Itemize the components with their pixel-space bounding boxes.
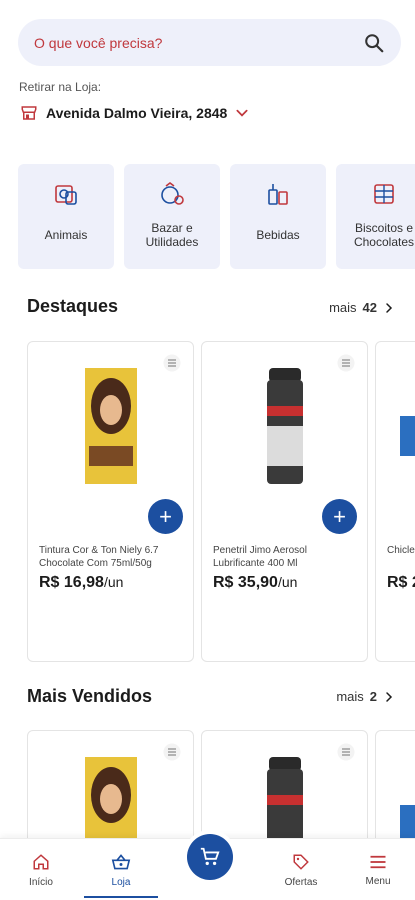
search-bar[interactable]: O que você precisa? bbox=[18, 19, 401, 66]
search-input[interactable]: O que você precisa? bbox=[34, 35, 363, 51]
more-label: mais bbox=[329, 300, 357, 315]
nav-ofertas[interactable]: Ofertas bbox=[276, 839, 326, 900]
product-card[interactable]: Chicle Cool W R$ 2 bbox=[375, 341, 415, 662]
chevron-down-icon[interactable] bbox=[235, 106, 249, 120]
product-card[interactable] bbox=[375, 730, 415, 838]
category-animais[interactable]: Animais bbox=[18, 164, 114, 269]
category-biscoitos[interactable]: Biscoitos e Chocolates bbox=[336, 164, 415, 269]
add-to-cart-button[interactable]: + bbox=[322, 499, 357, 534]
section-title-destaques: Destaques bbox=[27, 296, 119, 316]
more-count: 42 bbox=[362, 300, 377, 315]
cart-button[interactable] bbox=[187, 834, 233, 880]
category-carousel[interactable]: Animais Bazar e Utilidades Bebidas Bisco… bbox=[18, 164, 415, 270]
section-title-mais-vendidos: Mais Vendidos bbox=[27, 686, 153, 706]
destaques-more-link[interactable]: mais 42 bbox=[329, 300, 395, 315]
cookies-icon bbox=[374, 184, 394, 204]
product-image-hair-dye bbox=[84, 368, 137, 484]
product-price: R$ 35,90/un bbox=[213, 574, 298, 591]
product-card[interactable]: + Tintura Cor & Ton Niely 6.7 Chocolate … bbox=[27, 341, 194, 662]
drinks-icon bbox=[268, 184, 288, 205]
category-label: Bebidas bbox=[256, 228, 300, 242]
product-price: R$ 2 bbox=[387, 574, 415, 591]
chevron-right-icon bbox=[386, 302, 393, 313]
product-image-aerosol-can bbox=[266, 368, 303, 484]
nav-menu[interactable]: Menu bbox=[353, 839, 403, 900]
product-image-gum-pack bbox=[400, 416, 415, 456]
product-name: Tintura Cor & Ton Niely 6.7 Chocolate Co… bbox=[39, 545, 159, 569]
chevron-right-icon bbox=[386, 691, 393, 702]
basket-icon bbox=[111, 853, 131, 869]
nav-active-indicator bbox=[84, 896, 158, 898]
pet-icon bbox=[55, 185, 77, 205]
more-label: mais bbox=[336, 689, 364, 704]
kitchenware-icon bbox=[161, 182, 184, 205]
nav-label: Menu bbox=[365, 875, 391, 887]
nav-inicio[interactable]: Início bbox=[16, 839, 66, 900]
search-icon[interactable] bbox=[363, 32, 385, 54]
nav-label: Início bbox=[29, 876, 53, 888]
home-icon bbox=[33, 853, 49, 869]
category-bazar[interactable]: Bazar e Utilidades bbox=[124, 164, 220, 269]
store-icon bbox=[21, 106, 37, 120]
list-icon[interactable] bbox=[163, 354, 181, 372]
product-card[interactable] bbox=[27, 730, 194, 838]
product-image-hair-dye bbox=[84, 757, 137, 838]
pickup-label: Retirar na Loja: bbox=[19, 80, 102, 94]
hamburger-menu-icon bbox=[370, 855, 386, 868]
mais-vendidos-carousel[interactable] bbox=[27, 730, 415, 838]
list-icon[interactable] bbox=[337, 354, 355, 372]
product-price: R$ 16,98/un bbox=[39, 574, 124, 591]
category-label: Animais bbox=[44, 228, 88, 242]
add-to-cart-button[interactable]: + bbox=[148, 499, 183, 534]
destaques-carousel[interactable]: + Tintura Cor & Ton Niely 6.7 Chocolate … bbox=[27, 341, 415, 663]
category-label: Biscoitos e Chocolates bbox=[353, 221, 415, 249]
product-card[interactable] bbox=[201, 730, 368, 838]
more-count: 2 bbox=[369, 689, 377, 704]
product-image-gum-pack bbox=[400, 805, 415, 838]
product-name: Penetril Jimo Aerosol Lubrificante 400 M… bbox=[213, 545, 307, 569]
tag-icon bbox=[293, 854, 309, 870]
category-label: Bazar e Utilidades bbox=[145, 221, 199, 249]
product-image-aerosol-can bbox=[266, 757, 303, 838]
nav-label: Ofertas bbox=[284, 876, 318, 888]
list-icon[interactable] bbox=[337, 743, 355, 761]
nav-loja[interactable]: Loja bbox=[84, 839, 158, 900]
store-name: Avenida Dalmo Vieira, 2848 bbox=[46, 105, 228, 121]
list-icon[interactable] bbox=[163, 743, 181, 761]
cart-icon bbox=[200, 847, 220, 866]
mais-vendidos-more-link[interactable]: mais 2 bbox=[336, 689, 395, 704]
product-name: Chicle Cool W bbox=[387, 545, 415, 556]
product-card[interactable]: + Penetril Jimo Aerosol Lubrificante 400… bbox=[201, 341, 368, 662]
nav-label: Loja bbox=[111, 876, 131, 888]
category-bebidas[interactable]: Bebidas bbox=[230, 164, 326, 269]
store-selector[interactable]: Avenida Dalmo Vieira, 2848 bbox=[20, 104, 249, 122]
